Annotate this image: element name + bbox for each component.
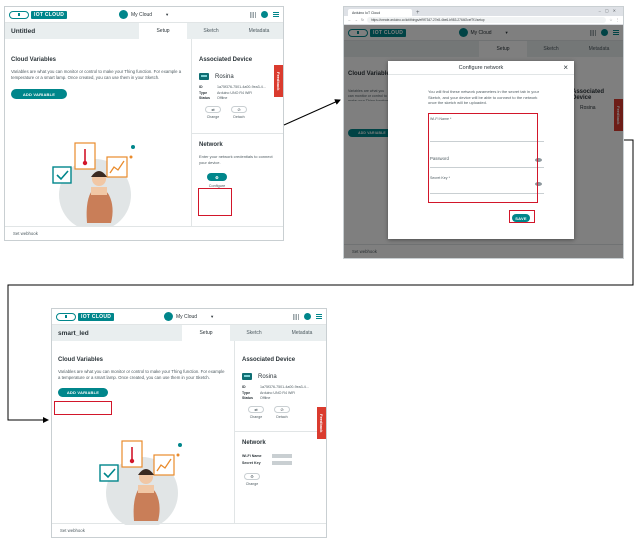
arrow-configure-to-modal xyxy=(283,99,341,126)
arrow-save-to-result xyxy=(7,139,634,423)
flow-arrows xyxy=(7,99,634,423)
